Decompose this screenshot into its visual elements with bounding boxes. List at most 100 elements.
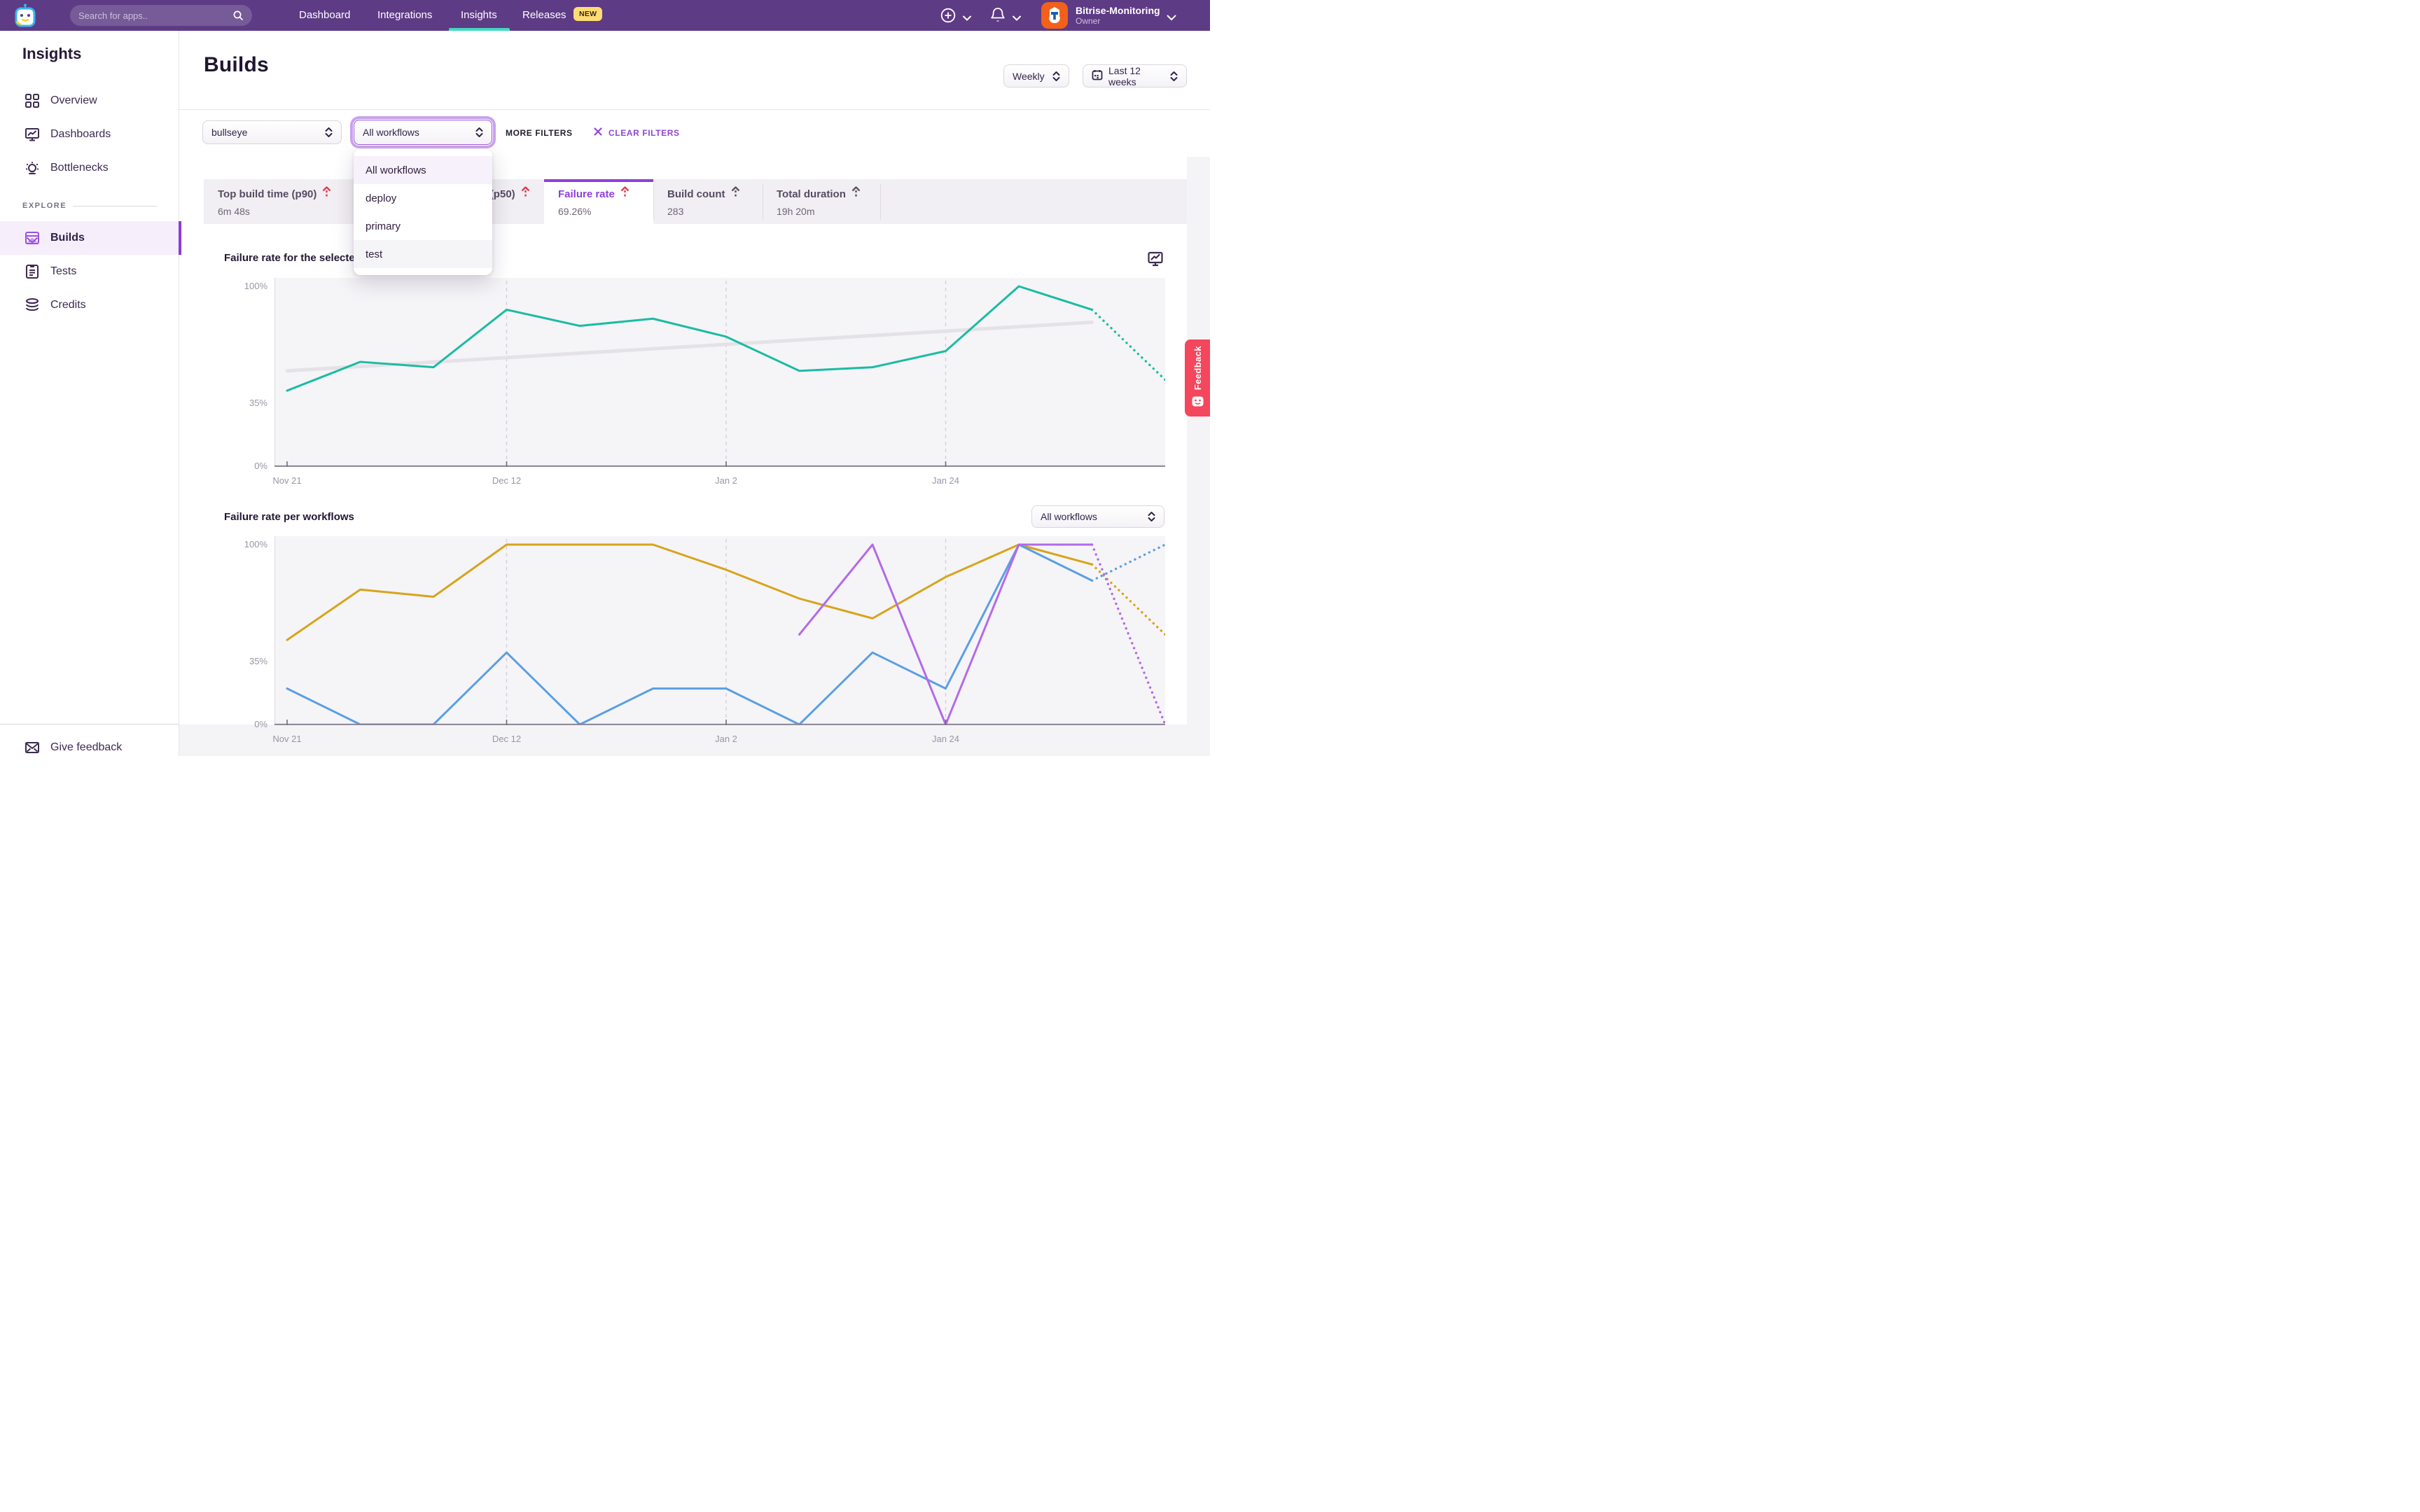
x-axis-label: Jan 24 <box>918 475 974 486</box>
granularity-value: Weekly <box>1013 71 1045 82</box>
feedback-tab[interactable]: Feedback <box>1185 340 1210 416</box>
sidebar-item-label: Credits <box>50 299 86 312</box>
sidebar: Insights Overview Dashboards Bottlenecks… <box>0 31 179 756</box>
chart-monitor-icon[interactable] <box>1146 250 1164 272</box>
menu-item-deploy[interactable]: deploy <box>354 184 492 212</box>
workspace-avatar[interactable] <box>1041 2 1068 29</box>
monitor-chart-icon <box>24 126 41 143</box>
header-divider <box>179 109 1210 110</box>
account-chevron-icon[interactable] <box>1167 12 1176 24</box>
add-new-icon[interactable] <box>940 8 956 27</box>
give-feedback-label: Give feedback <box>50 741 122 754</box>
x-axis-label: Jan 24 <box>918 734 974 744</box>
workspace-role: Owner <box>1076 16 1160 26</box>
trend-up-arrow-icon <box>731 186 740 202</box>
chevron-updown-icon <box>1052 71 1060 82</box>
trend-up-arrow-icon <box>620 186 630 202</box>
builds-icon <box>24 230 41 246</box>
clear-x-icon <box>594 127 602 139</box>
x-axis-label: Jan 2 <box>698 475 754 486</box>
app-select[interactable]: bullseye <box>202 120 342 144</box>
tab-value: 69.26% <box>558 206 653 217</box>
y-axis-label: 35% <box>235 398 274 408</box>
nav-dashboard[interactable]: Dashboard <box>299 0 350 31</box>
date-range-select[interactable]: Last 12 weeks <box>1083 64 1187 88</box>
chevron-updown-icon <box>325 127 333 138</box>
bottom-strip <box>179 724 1210 756</box>
sidebar-item-overview[interactable]: Overview <box>0 84 179 118</box>
x-axis-label: Nov 21 <box>259 734 315 744</box>
nav-releases[interactable]: Releases <box>522 0 566 31</box>
sidebar-item-credits[interactable]: Credits <box>0 288 179 322</box>
x-axis-label: Nov 21 <box>259 475 315 486</box>
tab-total-duration[interactable]: Total duration 19h 20m <box>763 179 880 224</box>
right-gutter <box>1187 157 1210 756</box>
search-placeholder: Search for apps.. <box>78 10 148 21</box>
active-nav-underline <box>449 28 510 31</box>
granularity-select[interactable]: Weekly <box>1003 64 1069 88</box>
sidebar-item-builds[interactable]: Builds <box>0 221 181 255</box>
chevron-updown-icon <box>1148 511 1155 522</box>
tab-label: Failure rate <box>558 188 615 200</box>
metric-tabs: Top build time (p90) 6m 48s Average buil… <box>204 179 1187 224</box>
calendar-icon <box>1092 69 1103 83</box>
chevron-updown-icon <box>1170 71 1178 82</box>
y-axis-label: 100% <box>235 539 274 550</box>
menu-item-test[interactable]: test <box>354 240 492 268</box>
bitrise-logo-icon[interactable] <box>13 4 38 31</box>
tab-separator <box>880 183 881 220</box>
clear-filters-button[interactable]: CLEAR FILTERS <box>594 127 680 139</box>
tab-failure-rate[interactable]: Failure rate 69.26% <box>544 179 653 224</box>
failure-rate-per-workflow-chart: 100%35%0%Nov 21Dec 12Jan 2Jan 24 <box>274 536 1165 725</box>
sidebar-item-label: Dashboards <box>50 128 111 141</box>
search-input[interactable]: Search for apps.. <box>70 5 252 26</box>
date-range-value: Last 12 weeks <box>1108 65 1170 88</box>
chevron-updown-icon <box>475 127 483 138</box>
tab-value: 19h 20m <box>777 206 880 217</box>
clipboard-icon <box>24 263 41 280</box>
clear-filters-label: CLEAR FILTERS <box>609 128 680 138</box>
sidebar-section-explore: EXPLORE <box>22 202 67 210</box>
nav-integrations[interactable]: Integrations <box>377 0 432 31</box>
sidebar-item-bottlenecks[interactable]: Bottlenecks <box>0 151 179 185</box>
tab-value: 283 <box>667 206 763 217</box>
y-axis-label: 0% <box>235 461 274 471</box>
tab-label: Top build time (p90) <box>218 188 317 200</box>
workflow-select-value: All workflows <box>363 127 419 138</box>
sidebar-item-dashboards[interactable]: Dashboards <box>0 118 179 151</box>
new-badge: NEW <box>573 7 602 21</box>
add-new-chevron-icon[interactable] <box>963 12 971 24</box>
y-axis-label: 100% <box>235 281 274 291</box>
tab-label: Build count <box>667 188 725 200</box>
menu-item-primary[interactable]: primary <box>354 212 492 240</box>
give-feedback-button[interactable]: Give feedback <box>0 731 179 764</box>
menu-item-all-workflows[interactable]: All workflows <box>354 156 492 184</box>
x-axis-label: Dec 12 <box>479 734 535 744</box>
sidebar-item-label: Tests <box>50 265 76 278</box>
tab-build-count[interactable]: Build count 283 <box>653 179 763 224</box>
grid-icon <box>24 92 41 109</box>
sidebar-item-label: Overview <box>50 94 97 107</box>
nav-insights[interactable]: Insights <box>461 0 497 31</box>
workflow-dropdown-menu: All workflows deploy primary test <box>354 149 492 275</box>
trend-up-arrow-icon <box>521 186 530 202</box>
chart2-workflow-select[interactable]: All workflows <box>1031 505 1164 528</box>
lightbulb-icon <box>24 160 41 176</box>
sidebar-title: Insights <box>22 45 81 63</box>
sidebar-item-label: Builds <box>50 232 85 244</box>
notifications-chevron-icon[interactable] <box>1013 12 1021 24</box>
trend-up-arrow-icon <box>851 186 861 202</box>
feedback-label: Feedback <box>1192 346 1203 390</box>
sidebar-item-label: Bottlenecks <box>50 162 109 174</box>
tab-label: Total duration <box>777 188 846 200</box>
top-nav: Search for apps.. Dashboard Integrations… <box>0 0 1210 31</box>
search-icon <box>232 10 244 23</box>
more-filters-button[interactable]: MORE FILTERS <box>506 128 573 138</box>
notifications-bell-icon[interactable] <box>990 7 1006 27</box>
workflow-select[interactable]: All workflows <box>354 120 492 145</box>
chart2-title: Failure rate per workflows <box>224 511 354 523</box>
sidebar-item-tests[interactable]: Tests <box>0 255 179 288</box>
workspace-name: Bitrise-Monitoring <box>1076 5 1160 16</box>
x-axis-label: Dec 12 <box>479 475 535 486</box>
coins-icon <box>24 297 41 314</box>
